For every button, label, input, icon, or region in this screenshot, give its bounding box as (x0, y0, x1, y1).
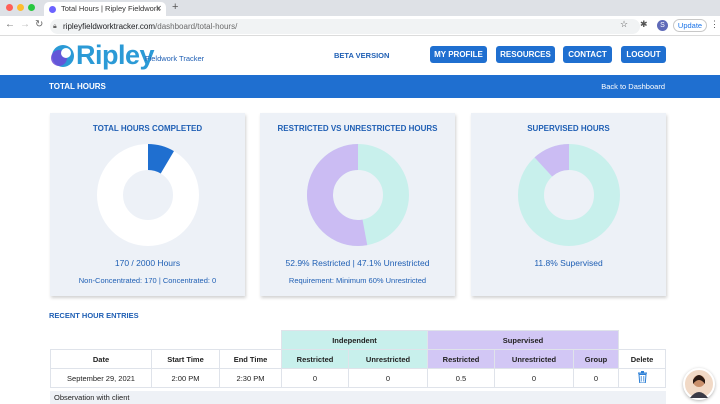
url-path: /dashboard/total-hours/ (155, 22, 238, 31)
profile-avatar[interactable]: S (657, 20, 668, 31)
new-tab-icon[interactable]: + (172, 1, 178, 13)
beta-label: BETA VERSION (334, 51, 390, 60)
close-window-button[interactable] (6, 4, 13, 11)
recent-entries-table: Independent Supervised Date Start Time E… (50, 330, 666, 388)
tab-title: Total Hours | Ripley Fieldwork (61, 4, 161, 13)
requirement-note: Requirement: Minimum 60% Unrestricted (288, 276, 427, 285)
total-hours-card: TOTAL HOURS COMPLETED 170 / 2000 Hours N… (50, 113, 245, 296)
column-header: Unrestricted (348, 349, 428, 369)
supervised-donut (518, 144, 620, 246)
supervised-card: SUPERVISED HOURS 11.8% Supervised (471, 113, 666, 296)
logout-button[interactable]: LOGOUT (621, 46, 666, 63)
update-button[interactable]: Update (673, 19, 707, 32)
independent-group-header: Independent (281, 330, 428, 350)
restricted-card: RESTRICTED VS UNRESTRICTED HOURS 52.9% R… (260, 113, 455, 296)
extensions-puzzle-icon[interactable]: ✱ (640, 19, 648, 30)
column-header: Restricted (427, 349, 495, 369)
trash-icon[interactable] (637, 371, 648, 384)
forward-arrow-icon[interactable]: → (20, 19, 30, 30)
maximize-window-button[interactable] (28, 4, 35, 11)
card-title: RESTRICTED VS UNRESTRICTED HOURS (277, 124, 438, 133)
column-header: Restricted (281, 349, 349, 369)
bookmark-star-icon[interactable]: ☆ (620, 19, 628, 30)
entry-date: September 29, 2021 (50, 368, 152, 388)
page-title: TOTAL HOURS (49, 82, 106, 91)
entry-start-time: 2:00 PM (151, 368, 220, 388)
logo-subtitle: Fieldwork Tracker (145, 54, 205, 63)
total-hours-value: 170 / 2000 Hours (114, 258, 181, 268)
url-domain: ripleyfieldworktracker.com (63, 22, 156, 31)
browser-tab[interactable]: Total Hours | Ripley Fieldwork ✕ (44, 2, 166, 16)
independent-restricted-value: 0 (281, 368, 349, 388)
supervised-segment (534, 144, 570, 178)
delete-cell (618, 368, 666, 388)
entry-end-time: 2:30 PM (219, 368, 282, 388)
table-row: September 29, 2021 2:00 PM 2:30 PM 0 0 0… (50, 368, 666, 388)
logo-text[interactable]: Ripley (76, 40, 155, 71)
address-bar[interactable]: 🔒︎ ripleyfieldworktracker.com/dashboard/… (50, 19, 640, 34)
support-chat-avatar[interactable] (683, 368, 715, 400)
concentration-breakdown: Non-Concentrated: 170 | Concentrated: 0 (78, 276, 217, 285)
supervised-restricted-value: 0.5 (427, 368, 495, 388)
column-header: Unrestricted (494, 349, 574, 369)
supervised-percentage: 11.8% Supervised (534, 258, 603, 268)
group-value: 0 (573, 368, 619, 388)
minimize-window-button[interactable] (17, 4, 24, 11)
more-menu-icon[interactable]: ⋮ (710, 19, 719, 30)
restricted-donut (307, 144, 409, 246)
card-title: SUPERVISED HOURS (527, 124, 610, 133)
favicon-icon (49, 6, 56, 13)
column-header: Date (50, 349, 152, 369)
column-header: Start Time (151, 349, 220, 369)
completed-segment (147, 144, 174, 174)
contact-button[interactable]: CONTACT (563, 46, 612, 63)
site-header: Ripley Fieldwork Tracker BETA VERSION MY… (0, 36, 720, 75)
resources-button[interactable]: RESOURCES (496, 46, 555, 63)
total-hours-donut (97, 144, 199, 246)
tab-close-icon[interactable]: ✕ (155, 2, 162, 16)
reload-icon[interactable]: ↻ (35, 19, 43, 30)
card-title: TOTAL HOURS COMPLETED (92, 124, 203, 133)
person-icon (690, 375, 708, 398)
recent-entries-title: RECENT HOUR ENTRIES (49, 311, 139, 320)
back-arrow-icon[interactable]: ← (5, 19, 15, 30)
lock-icon: 🔒︎ (53, 23, 57, 30)
entry-note: Observation with client (50, 391, 666, 404)
table-header-row: Date Start Time End Time Restricted Unre… (50, 349, 666, 369)
browser-tab-bar: Total Hours | Ripley Fieldwork ✕ + (0, 0, 720, 16)
column-header: End Time (219, 349, 282, 369)
my-profile-button[interactable]: MY PROFILE (430, 46, 487, 63)
supervised-unrestricted-value: 0 (494, 368, 574, 388)
supervised-group-header: Supervised (427, 330, 619, 350)
column-header: Delete (618, 349, 666, 369)
ripley-logo-icon[interactable] (50, 43, 76, 69)
back-to-dashboard-link[interactable]: Back to Dashboard (601, 82, 665, 91)
column-header: Group (573, 349, 619, 369)
page-title-bar: TOTAL HOURS Back to Dashboard (0, 75, 720, 98)
independent-unrestricted-value: 0 (348, 368, 428, 388)
restricted-ratio: 52.9% Restricted | 47.1% Unrestricted (285, 258, 430, 268)
browser-toolbar: ← → ↻ 🔒︎ ripleyfieldworktracker.com/dash… (0, 16, 720, 36)
